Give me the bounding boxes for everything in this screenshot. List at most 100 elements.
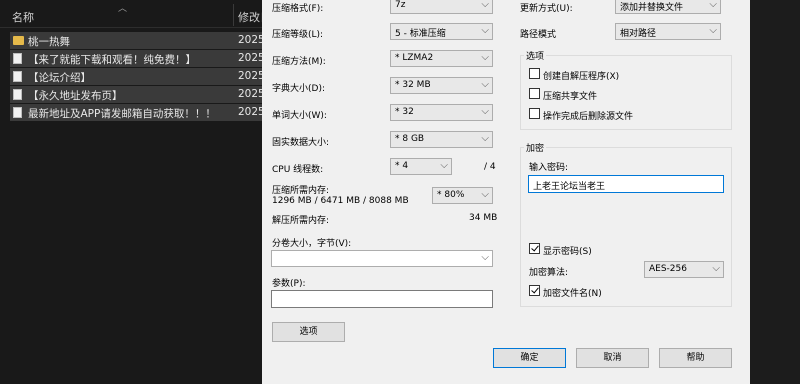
file-name: 【论坛介绍】 <box>28 72 91 84</box>
cpu-threads-value: * 4 <box>395 161 409 171</box>
add-to-archive-dialog: 压缩格式(F): 7z ⌵ 压缩等级(L): 5 - 标准压缩 ⌵ 压缩方法(M… <box>262 0 750 384</box>
solid-block-size-value: * 8 GB <box>395 134 425 144</box>
solid-block-size-select[interactable]: * 8 GB ⌵ <box>390 131 493 148</box>
cpu-threads-total: / 4 <box>484 162 496 172</box>
cpu-threads-select[interactable]: * 4 ⌵ <box>390 158 452 175</box>
memory-decompress-value: 34 MB <box>469 213 498 223</box>
memory-compress-label: 压缩所需内存: <box>272 186 330 196</box>
split-volumes-label: 分卷大小，字节(V): <box>272 239 352 249</box>
path-mode-label: 路径模式 <box>520 30 557 40</box>
sfx-checkbox[interactable] <box>529 68 540 79</box>
options-button[interactable]: 选项 <box>272 322 345 342</box>
chevron-down-icon: ⌵ <box>709 25 717 36</box>
memory-usage-select[interactable]: * 80% ⌵ <box>432 187 493 204</box>
parameters-label: 参数(P): <box>272 279 306 289</box>
encryption-group-title: 加密 <box>524 141 547 154</box>
list-item[interactable]: 最新地址及APP请发邮箱自动获取！！！ 2025 <box>10 104 262 121</box>
encryption-method-label: 加密算法: <box>529 268 569 278</box>
update-mode-value: 添加并替换文件 <box>620 3 684 13</box>
chevron-down-icon: ⌵ <box>481 25 489 36</box>
cpu-threads-label: CPU 线程数: <box>272 165 324 175</box>
update-mode-select[interactable]: 添加并替换文件 ⌵ <box>615 0 721 14</box>
word-size-select[interactable]: * 32 ⌵ <box>390 104 493 121</box>
chevron-down-icon: ⌵ <box>440 160 448 171</box>
screen: ︿ 名称 修改日 桃一热舞 2025 【来了就能下载和观看！纯免费！】 2025… <box>0 0 800 384</box>
chevron-down-icon: ⌵ <box>481 133 489 144</box>
compression-level-select[interactable]: 5 - 标准压缩 ⌵ <box>390 23 493 40</box>
chevron-down-icon: ⌵ <box>481 0 489 10</box>
password-label: 输入密码: <box>529 163 569 173</box>
dictionary-size-value: * 32 MB <box>395 80 431 90</box>
chevron-down-icon: ⌵ <box>481 189 489 200</box>
encryption-method-select[interactable]: AES-256 ⌵ <box>644 261 724 278</box>
password-input[interactable]: 上老王论坛当老王 <box>528 175 724 193</box>
parameters-input[interactable] <box>271 290 493 308</box>
compression-method-select[interactable]: * LZMA2 ⌵ <box>390 50 493 67</box>
shared-files-checkbox[interactable] <box>529 88 540 99</box>
dictionary-size-label: 字典大小(D): <box>272 84 325 94</box>
word-size-label: 单词大小(W): <box>272 111 327 121</box>
file-list: 桃一热舞 2025 【来了就能下载和观看！纯免费！】 2025 【论坛介绍】 2… <box>10 32 262 122</box>
solid-block-size-label: 固实数据大小: <box>272 138 330 148</box>
show-password-label: 显示密码(S) <box>543 247 592 257</box>
show-password-checkbox[interactable] <box>529 243 540 254</box>
ok-button[interactable]: 确定 <box>493 348 566 368</box>
list-item[interactable]: 【来了就能下载和观看！纯免费！】 2025 <box>10 50 262 67</box>
column-divider[interactable] <box>233 4 234 26</box>
list-item[interactable]: 桃一热舞 2025 <box>10 32 262 49</box>
cancel-button[interactable]: 取消 <box>576 348 649 368</box>
options-group-title: 选项 <box>524 49 547 62</box>
compression-method-label: 压缩方法(M): <box>272 57 326 67</box>
list-item[interactable]: 【永久地址发布页】 2025 <box>10 86 262 103</box>
delete-after-checkbox[interactable] <box>529 108 540 119</box>
path-mode-select[interactable]: 相对路径 ⌵ <box>615 23 721 40</box>
chevron-down-icon: ⌵ <box>709 0 717 10</box>
file-explorer: ︿ 名称 修改日 桃一热舞 2025 【来了就能下载和观看！纯免费！】 2025… <box>0 0 271 384</box>
encryption-method-value: AES-256 <box>649 264 687 274</box>
sort-chevron-up-icon: ︿ <box>118 4 128 14</box>
file-date: 2025 <box>238 52 262 64</box>
encrypt-names-label: 加密文件名(N) <box>543 289 602 299</box>
chevron-down-icon: ⌵ <box>481 52 489 63</box>
chevron-down-icon: ⌵ <box>712 263 720 274</box>
compression-level-value: 5 - 标准压缩 <box>395 29 446 39</box>
archive-format-select[interactable]: 7z ⌵ <box>390 0 493 14</box>
encrypt-names-checkbox[interactable] <box>529 285 540 296</box>
file-date: 2025 <box>238 88 262 100</box>
chevron-down-icon: ⌵ <box>481 252 489 263</box>
file-icon <box>13 71 22 82</box>
memory-compress-detail: 1296 MB / 6471 MB / 8088 MB <box>272 196 409 206</box>
background-strip <box>750 0 800 384</box>
delete-after-label: 操作完成后删除源文件 <box>543 112 634 122</box>
shared-files-label: 压缩共享文件 <box>543 92 598 102</box>
update-mode-label: 更新方式(U): <box>520 4 573 14</box>
help-button[interactable]: 帮助 <box>659 348 732 368</box>
path-mode-value: 相对路径 <box>620 29 657 39</box>
list-item[interactable]: 【论坛介绍】 2025 <box>10 68 262 85</box>
chevron-down-icon: ⌵ <box>481 79 489 90</box>
archive-format-value: 7z <box>395 0 406 10</box>
file-icon <box>13 53 22 64</box>
word-size-value: * 32 <box>395 107 414 117</box>
split-volumes-input[interactable]: ⌵ <box>271 250 493 267</box>
chevron-down-icon: ⌵ <box>481 106 489 117</box>
file-date: 2025 <box>238 70 262 82</box>
sfx-label: 创建自解压程序(X) <box>543 72 620 82</box>
password-value: 上老王论坛当老王 <box>533 182 606 192</box>
dictionary-size-select[interactable]: * 32 MB ⌵ <box>390 77 493 94</box>
column-header: ︿ 名称 修改日 <box>0 0 271 28</box>
file-icon <box>13 89 22 100</box>
file-icon <box>13 107 22 118</box>
file-name: 桃一热舞 <box>28 36 70 48</box>
column-name-header[interactable]: 名称 <box>12 9 34 25</box>
memory-usage-value: * 80% <box>437 190 465 200</box>
memory-decompress-label: 解压所需内存: <box>272 216 330 226</box>
compression-level-label: 压缩等级(L): <box>272 30 324 40</box>
file-name: 最新地址及APP请发邮箱自动获取！！！ <box>28 108 216 120</box>
file-date: 2025 <box>238 34 262 46</box>
file-name: 【来了就能下载和观看！纯免费！】 <box>28 54 196 66</box>
file-name: 【永久地址发布页】 <box>28 90 123 102</box>
archive-format-label: 压缩格式(F): <box>272 4 324 14</box>
compression-method-value: * LZMA2 <box>395 53 434 63</box>
file-date: 2025 <box>238 106 262 118</box>
